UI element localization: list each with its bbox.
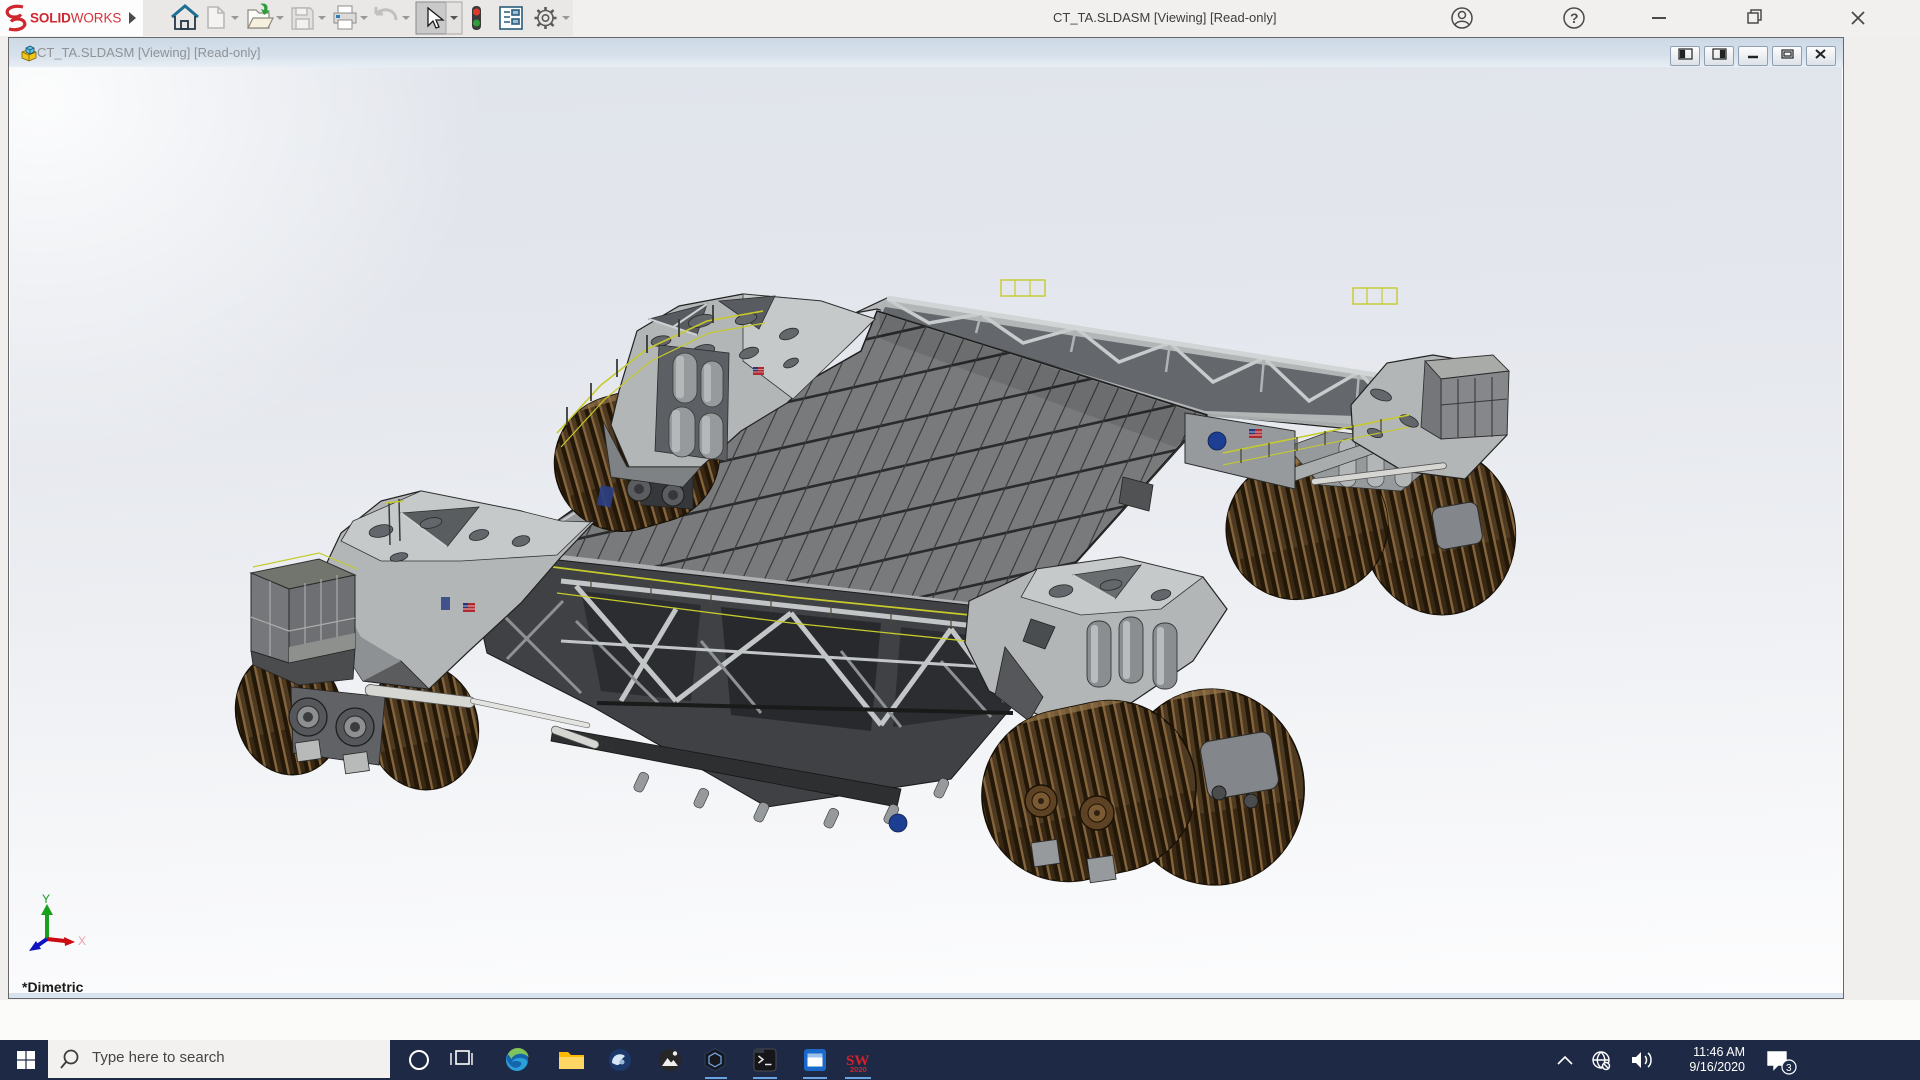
svg-text:X: X [78,934,86,948]
svg-text:3: 3 [1786,1063,1792,1074]
svg-text:2020: 2020 [850,1065,867,1074]
svg-text:?: ? [1570,10,1579,26]
svg-text:SOLIDWORKS: SOLIDWORKS [30,11,121,26]
svg-text:Y: Y [42,892,50,906]
